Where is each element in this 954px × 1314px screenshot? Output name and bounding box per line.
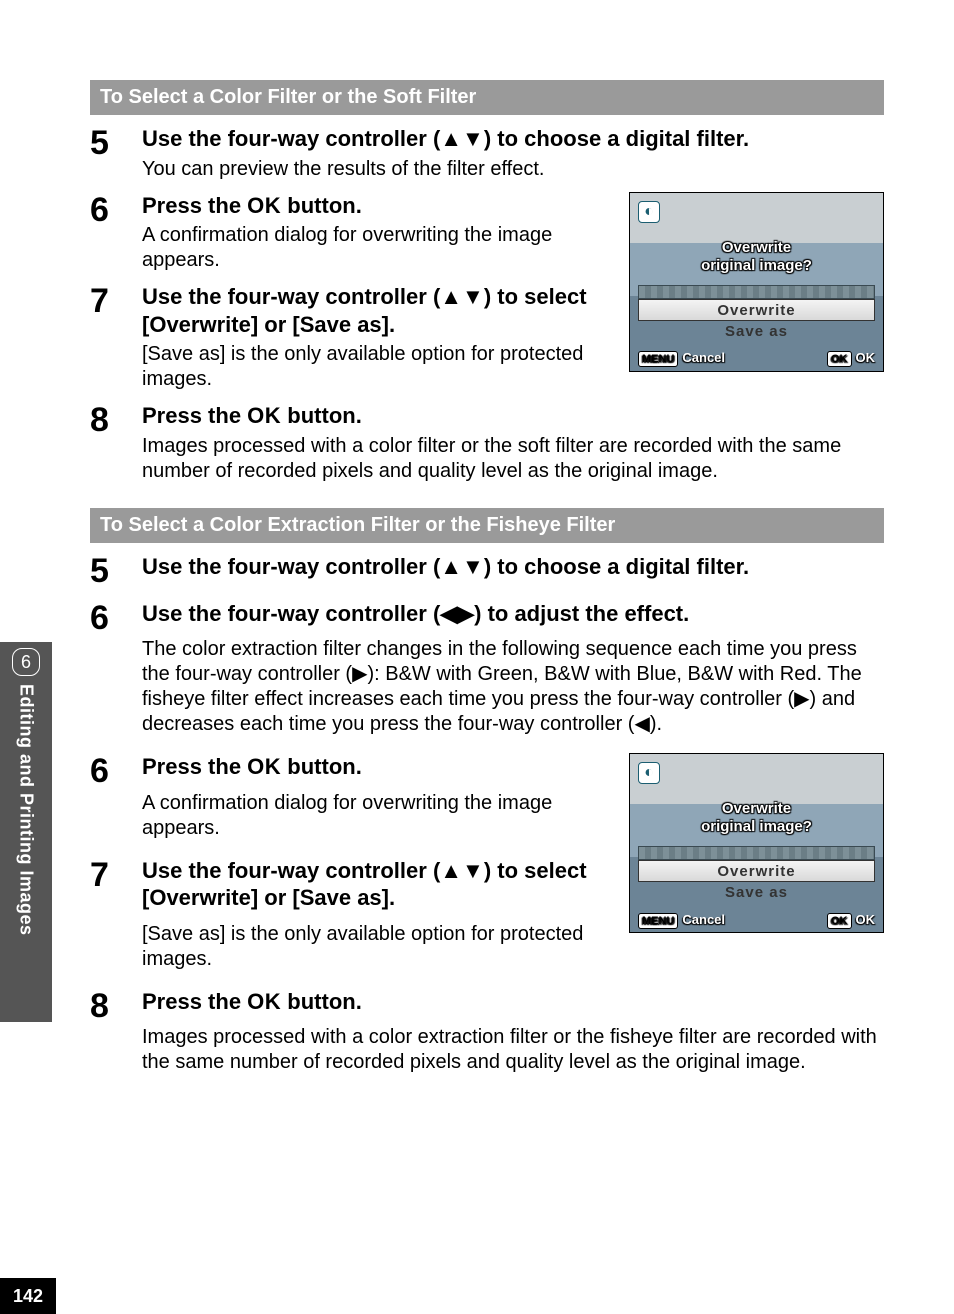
step-title-text: Press the [142, 989, 247, 1014]
step-title-text: Use the four-way controller ( [142, 126, 440, 151]
step-title-text: ) to choose a digital filter. [484, 126, 749, 151]
cancel-label: Cancel [682, 350, 725, 365]
step-number: 6 [90, 192, 142, 229]
menu-button-icon: MENU [638, 351, 678, 367]
step-a6: 6 Press the OK button. A confirmation di… [90, 192, 617, 280]
step-number: 6 [90, 753, 142, 790]
step-title-text: Press the [142, 754, 247, 779]
updown-arrows-icon: ▲▼ [440, 126, 484, 151]
step-title-text: button. [281, 754, 362, 779]
updown-arrows-icon: ▲▼ [440, 858, 484, 883]
option-save-as[interactable]: Save as [638, 323, 875, 340]
dialog-prompt-line: Overwrite [722, 800, 791, 817]
camera-dialog-screenshot: ◐ Overwrite original image? Overwrite Sa… [629, 753, 884, 933]
dialog-divider [638, 846, 875, 860]
step-title-text: button. [281, 403, 362, 428]
dialog-prompt-line: original image? [701, 257, 812, 274]
step-number: 7 [90, 857, 142, 894]
step-title-text: ) to choose a digital filter. [484, 554, 749, 579]
step-number: 6 [90, 600, 142, 637]
cancel-button[interactable]: MENU Cancel [638, 350, 725, 367]
updown-arrows-icon: ▲▼ [440, 284, 484, 309]
step-a5: 5 Use the four-way controller (▲▼) to ch… [90, 125, 884, 188]
section-header-color-soft: To Select a Color Filter or the Soft Fil… [90, 80, 884, 115]
step-b6b: 6 Press the OK button. A confirmation di… [90, 753, 617, 847]
step-b5: 5 Use the four-way controller (▲▼) to ch… [90, 553, 884, 590]
step-description: [Save as] is the only available option f… [142, 922, 617, 972]
ok-button-label: OK [247, 193, 281, 218]
step-description: Images processed with a color extraction… [142, 1025, 884, 1075]
ok-button-label: OK [247, 403, 281, 428]
updown-arrows-icon: ▲▼ [440, 554, 484, 579]
step-number: 8 [90, 402, 142, 439]
step-a8: 8 Press the OK button. Images processed … [90, 402, 884, 490]
step-description: The color extraction filter changes in t… [142, 637, 884, 737]
ok-button-icon: OK [827, 913, 852, 929]
ok-label: OK [856, 912, 876, 927]
step-b6a: 6 Use the four-way controller (◀▶) to ad… [90, 600, 884, 744]
filter-icon: ◐ [638, 201, 660, 223]
step-title-text: Use the four-way controller ( [142, 858, 440, 883]
ok-button[interactable]: OK OK [827, 350, 875, 367]
step-title-text: Use the four-way controller ( [142, 284, 440, 309]
step-title-text: ) to adjust the effect. [474, 601, 689, 626]
dialog-prompt-line: original image? [701, 818, 812, 835]
option-overwrite[interactable]: Overwrite [638, 860, 875, 882]
dialog-divider [638, 285, 875, 299]
step-description: Images processed with a color filter or … [142, 434, 884, 484]
step-a7: 7 Use the four-way controller (▲▼) to se… [90, 283, 617, 398]
filter-icon: ◐ [638, 762, 660, 784]
step-number: 5 [90, 553, 142, 590]
dialog-prompt-line: Overwrite [722, 239, 791, 256]
step-title-text: Use the four-way controller ( [142, 554, 440, 579]
menu-button-icon: MENU [638, 913, 678, 929]
step-title-text: button. [281, 989, 362, 1014]
step-description: You can preview the results of the filte… [142, 157, 884, 182]
step-number: 5 [90, 125, 142, 162]
step-number: 8 [90, 988, 142, 1025]
step-title-text: button. [281, 193, 362, 218]
step-description: A confirmation dialog for overwriting th… [142, 223, 617, 273]
option-save-as[interactable]: Save as [638, 884, 875, 901]
ok-button-label: OK [247, 754, 281, 779]
step-description: [Save as] is the only available option f… [142, 342, 617, 392]
ok-label: OK [856, 350, 876, 365]
chapter-number-badge: 6 [12, 648, 40, 676]
step-b8: 8 Press the OK button. Images processed … [90, 988, 884, 1082]
step-title-text: Press the [142, 403, 247, 428]
chapter-tab: 6 Editing and Printing Images [0, 642, 52, 1022]
ok-button-icon: OK [827, 351, 852, 367]
ok-button[interactable]: OK OK [827, 912, 875, 929]
ok-button-label: OK [247, 989, 281, 1014]
leftright-arrows-icon: ◀▶ [440, 601, 474, 626]
step-b7: 7 Use the four-way controller (▲▼) to se… [90, 857, 617, 978]
page-number: 142 [0, 1278, 56, 1314]
section-header-extraction-fisheye: To Select a Color Extraction Filter or t… [90, 508, 884, 543]
cancel-button[interactable]: MENU Cancel [638, 912, 725, 929]
step-title-text: Press the [142, 193, 247, 218]
option-overwrite[interactable]: Overwrite [638, 299, 875, 321]
step-number: 7 [90, 283, 142, 320]
step-description: A confirmation dialog for overwriting th… [142, 791, 617, 841]
camera-dialog-screenshot: ◐ Overwrite original image? Overwrite Sa… [629, 192, 884, 372]
cancel-label: Cancel [682, 912, 725, 927]
step-title-text: Use the four-way controller ( [142, 601, 440, 626]
chapter-label: Editing and Printing Images [16, 684, 37, 936]
